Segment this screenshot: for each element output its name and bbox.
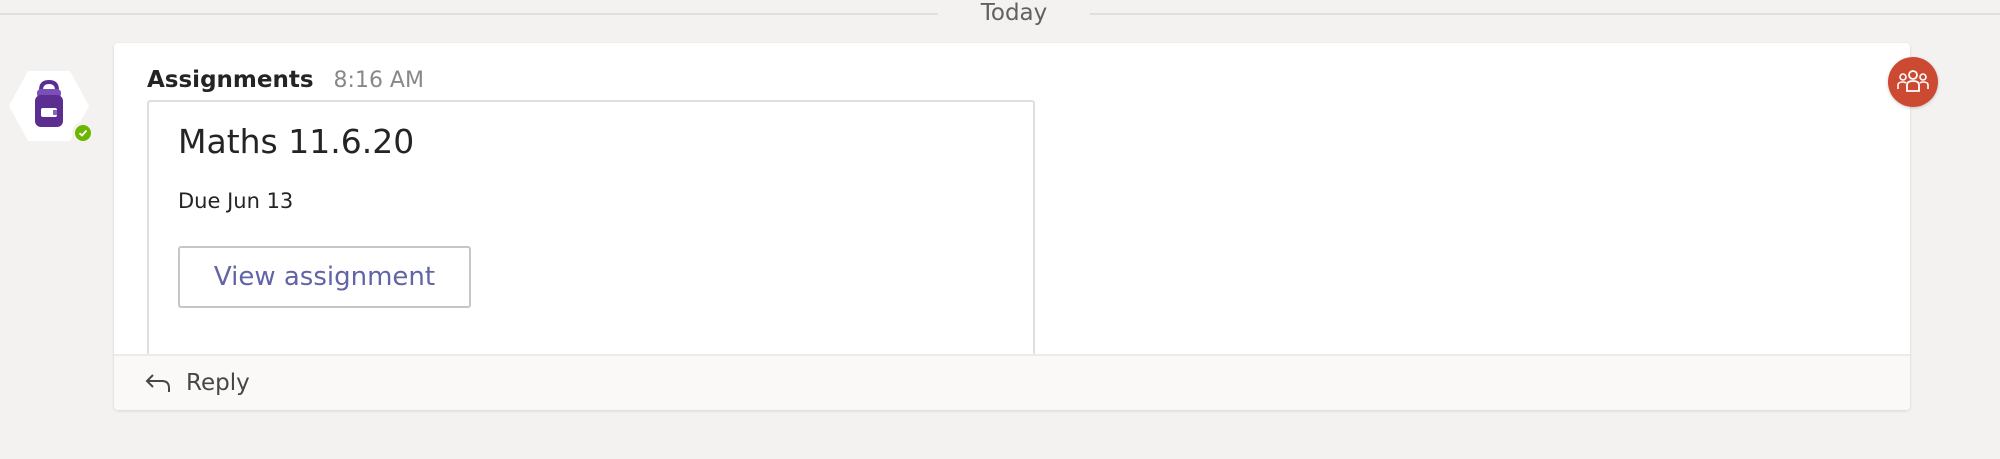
reply-button[interactable]: Reply	[144, 370, 250, 396]
view-assignment-button[interactable]: View assignment	[178, 246, 471, 308]
channel-conversation: Today Assignments 8:16 AM Maths 11.6.20 …	[0, 0, 2000, 459]
team-badge[interactable]	[1888, 57, 1938, 107]
date-divider-line-right	[1090, 13, 2000, 15]
reply-bar: Reply	[114, 354, 1910, 410]
date-divider-line-left	[0, 13, 938, 15]
message-header: Assignments 8:16 AM	[147, 67, 424, 93]
team-people-icon	[1897, 70, 1929, 92]
assignment-card: Maths 11.6.20 Due Jun 13 View assignment	[147, 100, 1035, 384]
message-post: Assignments 8:16 AM Maths 11.6.20 Due Ju…	[114, 43, 1910, 410]
presence-available-icon	[72, 122, 94, 144]
message-timestamp: 8:16 AM	[333, 68, 424, 93]
message-author[interactable]: Assignments	[147, 67, 314, 93]
assignment-due-date: Due Jun 13	[178, 189, 294, 213]
reply-arrow-icon	[145, 374, 170, 392]
assignment-title: Maths 11.6.20	[178, 122, 415, 161]
date-divider-label: Today	[980, 0, 1048, 26]
reply-label: Reply	[186, 370, 250, 396]
